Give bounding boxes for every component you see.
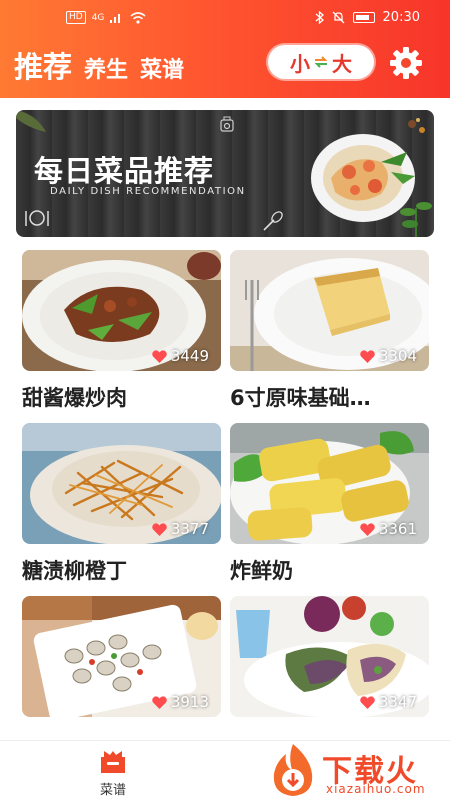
likes-count: 3361 bbox=[360, 520, 417, 538]
wifi-icon bbox=[130, 11, 146, 24]
mute-bell-icon bbox=[332, 11, 344, 24]
swap-arrows-icon bbox=[314, 56, 328, 68]
top-tabs: 推荐 养生 菜谱 bbox=[14, 44, 184, 86]
likes-count: 3304 bbox=[360, 347, 417, 365]
leaf-decoration bbox=[16, 110, 46, 132]
recipe-image: 3304 bbox=[230, 250, 429, 371]
nav-label-recipes: 菜谱 bbox=[99, 783, 126, 798]
likes-number: 3913 bbox=[170, 693, 209, 711]
banner-title: 每日菜品推荐 bbox=[34, 154, 215, 188]
recipe-title: 糖渍柳橙丁 bbox=[22, 559, 127, 583]
heart-icon bbox=[360, 349, 375, 363]
gear-icon[interactable] bbox=[388, 45, 424, 81]
herb-decoration bbox=[400, 202, 432, 237]
banner-subtitle: DAILY DISH RECOMMENDATION bbox=[50, 186, 246, 197]
tab-health[interactable]: 养生 bbox=[84, 52, 128, 84]
watermark-url: xiazaihuo.com bbox=[326, 782, 426, 796]
recipe-title: 炸鲜奶 bbox=[230, 559, 293, 583]
status-time: 20:30 bbox=[382, 10, 420, 25]
daily-recommendation-banner[interactable]: 每日菜品推荐 DAILY DISH RECOMMENDATION bbox=[16, 110, 434, 237]
recipe-card[interactable]: 3377 糖渍柳橙丁 bbox=[22, 423, 221, 583]
heart-icon bbox=[360, 522, 375, 536]
recipe-card[interactable]: 3347 bbox=[230, 596, 429, 717]
recipe-title: 甜酱爆炒肉 bbox=[22, 386, 127, 410]
likes-number: 3377 bbox=[170, 520, 209, 538]
heart-icon bbox=[360, 695, 375, 709]
likes-count: 3347 bbox=[360, 693, 417, 711]
heart-icon bbox=[152, 695, 167, 709]
recipe-image: 3361 bbox=[230, 423, 429, 544]
likes-number: 3304 bbox=[378, 347, 417, 365]
nav-item-recipes[interactable]: 菜谱 bbox=[90, 749, 136, 798]
recipe-card[interactable]: 3304 6寸原味基础… bbox=[230, 250, 429, 410]
flame-logo-icon bbox=[273, 744, 313, 796]
plate-cutlery-icon bbox=[25, 210, 49, 226]
signal-icon bbox=[110, 14, 121, 23]
likes-count: 3449 bbox=[152, 347, 209, 365]
likes-count: 3377 bbox=[152, 520, 209, 538]
tab-recipes[interactable]: 菜谱 bbox=[140, 52, 184, 84]
heart-icon bbox=[152, 522, 167, 536]
size-small-label: 小 bbox=[290, 51, 310, 76]
battery-icon bbox=[352, 12, 375, 23]
recipe-image: 3913 bbox=[22, 596, 221, 717]
bluetooth-icon bbox=[315, 11, 324, 24]
recipe-card[interactable]: 3913 bbox=[22, 596, 221, 717]
size-large-label: 大 bbox=[332, 51, 352, 76]
likes-count: 3913 bbox=[152, 693, 209, 711]
app-header: HD 4G 20:30 推荐 养生 菜谱 小 大 bbox=[0, 0, 450, 98]
hd-indicator: HD bbox=[66, 11, 86, 24]
likes-number: 3347 bbox=[378, 693, 417, 711]
likes-number: 3449 bbox=[170, 347, 209, 365]
scale-icon bbox=[220, 116, 234, 132]
likes-number: 3361 bbox=[378, 520, 417, 538]
font-size-toggle[interactable]: 小 大 bbox=[268, 45, 374, 79]
status-bar: HD 4G 20:30 bbox=[0, 0, 450, 40]
recipe-image: 3377 bbox=[22, 423, 221, 544]
heart-icon bbox=[152, 349, 167, 363]
recipe-book-icon bbox=[101, 751, 125, 773]
recipe-card[interactable]: 3361 炸鲜奶 bbox=[230, 423, 429, 583]
recipe-card[interactable]: 3449 甜酱爆炒肉 bbox=[22, 250, 221, 410]
recipe-title: 6寸原味基础… bbox=[230, 386, 371, 410]
spice-decoration bbox=[408, 118, 425, 133]
tab-recommend[interactable]: 推荐 bbox=[14, 44, 72, 86]
watermark-logo: 下载火 xiazaihuo.com bbox=[262, 740, 448, 800]
recipe-image: 3347 bbox=[230, 596, 429, 717]
recipe-image: 3449 bbox=[22, 250, 221, 371]
signal-label: 4G bbox=[91, 12, 105, 23]
whisk-icon bbox=[263, 211, 283, 231]
